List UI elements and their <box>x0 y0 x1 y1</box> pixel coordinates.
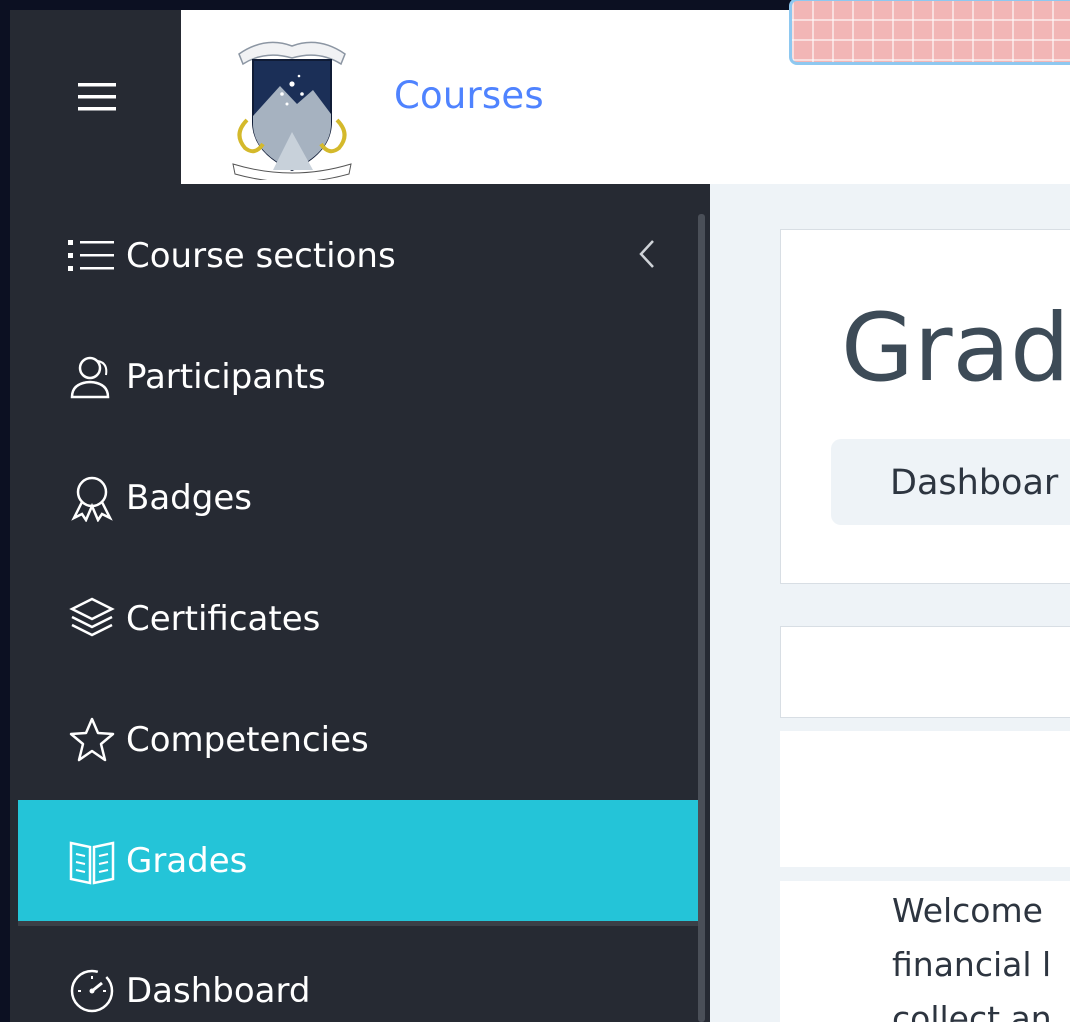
main-content-area: Grad Dashboar Welcome financial l collec… <box>710 184 1070 1022</box>
sidebar-item-badges[interactable]: Badges <box>18 437 698 558</box>
content-card-empty <box>780 626 1070 718</box>
breadcrumb-dashboard-link[interactable]: Dashboar <box>890 463 1058 503</box>
sidebar-item-label: Dashboard <box>126 970 311 1011</box>
sidebar-item-certificates[interactable]: Certificates <box>18 558 698 679</box>
sidebar-item-participants[interactable]: Participants <box>18 316 698 437</box>
badge-icon <box>68 474 116 522</box>
sidebar-scrollbar[interactable] <box>698 214 705 1022</box>
star-icon <box>68 716 116 764</box>
sidebar-item-label: Grades <box>126 840 248 881</box>
sidebar-item-label: Competencies <box>126 719 369 760</box>
layers-icon <box>68 595 116 643</box>
course-index-drawer: Course sections Participants Badges Cert… <box>10 184 710 1022</box>
drawer-toggle-button[interactable] <box>10 10 181 184</box>
sidebar-item-grades[interactable]: Grades <box>18 800 698 926</box>
chevron-left-icon[interactable] <box>638 239 656 273</box>
sidebar-item-dashboard[interactable]: Dashboard <box>18 930 698 1022</box>
sidebar-item-label: Badges <box>126 477 252 518</box>
intro-text-line: Welcome <box>892 891 1043 930</box>
breadcrumb: Dashboar <box>831 439 1070 525</box>
school-logo[interactable] <box>225 24 359 180</box>
window-frame-left <box>0 0 10 1022</box>
book-icon <box>68 837 116 885</box>
sidebar-item-competencies[interactable]: Competencies <box>18 679 698 800</box>
sidebar-item-course-sections[interactable]: Course sections <box>18 195 698 316</box>
page-title: Grad <box>841 294 1070 403</box>
content-card-blank <box>780 731 1070 867</box>
list-icon <box>68 232 116 280</box>
users-icon <box>68 353 116 401</box>
top-navbar: Courses <box>181 0 1070 184</box>
gauge-icon <box>68 967 116 1015</box>
hamburger-icon <box>77 83 116 111</box>
courses-link[interactable]: Courses <box>394 74 544 117</box>
sidebar-item-label: Participants <box>126 356 326 397</box>
sidebar-item-label: Certificates <box>126 598 321 639</box>
intro-text-line: financial l <box>892 945 1052 984</box>
page-header-card: Grad Dashboar <box>780 229 1070 584</box>
sidebar-item-label: Course sections <box>126 235 396 276</box>
intro-text-line: collect an <box>892 999 1052 1022</box>
user-menu-pattern-box[interactable] <box>789 0 1070 65</box>
intro-text-card: Welcome financial l collect an <box>780 881 1070 1022</box>
